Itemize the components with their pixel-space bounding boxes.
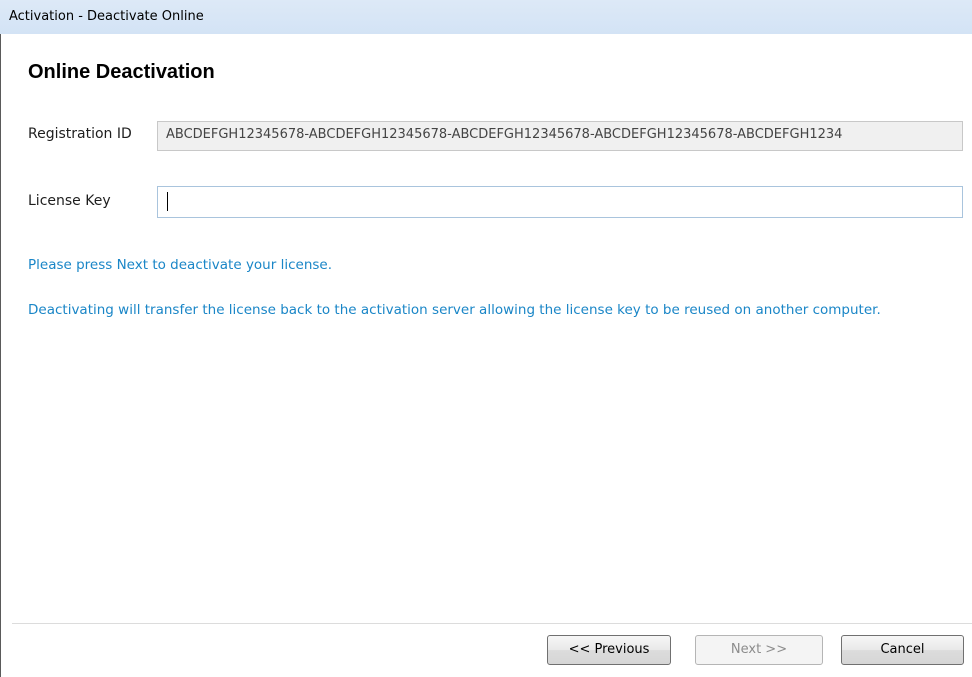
next-button[interactable]: Next >>	[695, 635, 823, 665]
button-bar-separator	[12, 623, 972, 624]
license-key-input[interactable]	[157, 186, 963, 218]
previous-button-label: << Previous	[568, 642, 650, 657]
registration-id-label: Registration ID	[28, 126, 132, 142]
next-button-label: Next >>	[730, 642, 788, 657]
cancel-button-label: Cancel	[880, 642, 925, 657]
window-title: Activation - Deactivate Online	[9, 9, 204, 24]
license-key-label: License Key	[28, 193, 111, 209]
previous-button[interactable]: << Previous	[547, 635, 671, 665]
text-caret	[167, 192, 168, 211]
cancel-button[interactable]: Cancel	[841, 635, 964, 665]
deactivation-dialog: Activation - Deactivate Online Online De…	[0, 0, 972, 677]
instruction-text: Please press Next to deactivate your lic…	[28, 257, 333, 273]
registration-id-field: ABCDEFGH12345678-ABCDEFGH12345678-ABCDEF…	[157, 121, 963, 151]
explanation-text: Deactivating will transfer the license b…	[28, 302, 881, 318]
window-frame-left	[0, 34, 1, 677]
title-bar[interactable]: Activation - Deactivate Online	[0, 0, 972, 34]
page-title: Online Deactivation	[28, 61, 215, 83]
